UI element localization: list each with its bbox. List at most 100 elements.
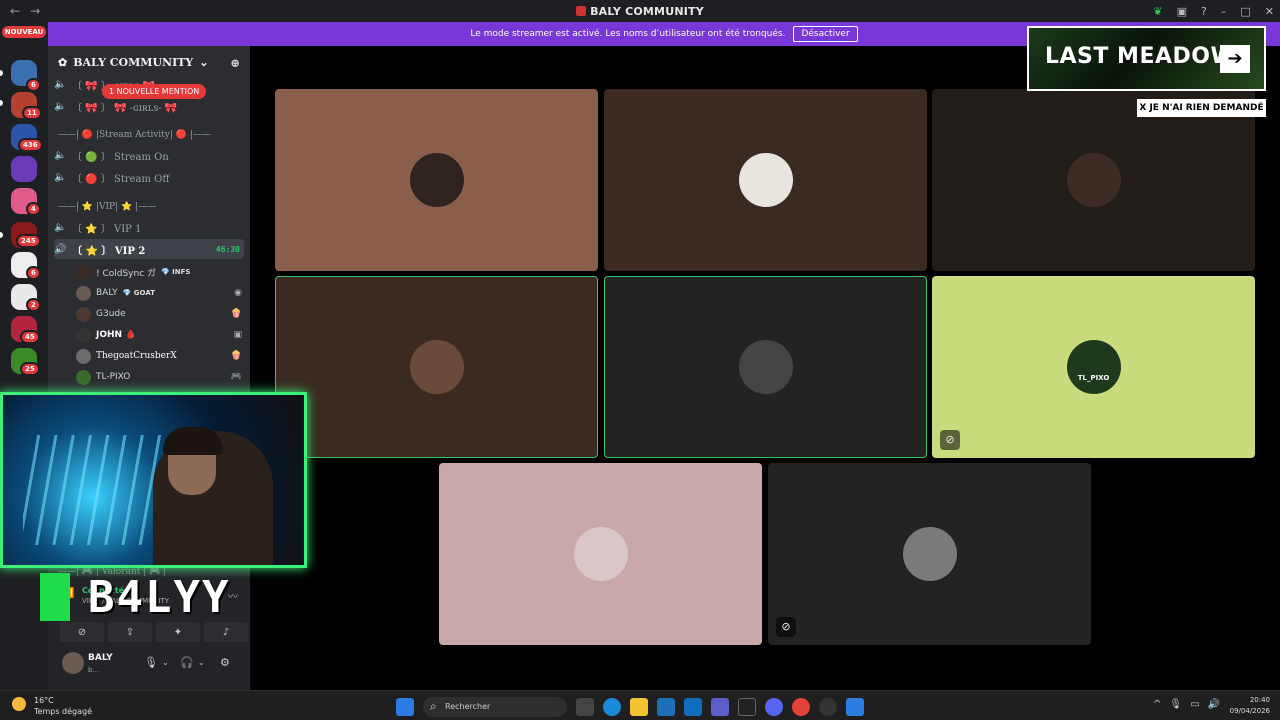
server-badge-icon: ✿: [58, 55, 68, 69]
participant-tile[interactable]: [275, 276, 598, 458]
title-bar: ← → BALY COMMUNITY ❦ ▣ ? – □ ✕: [0, 0, 1280, 22]
participant-avatar: [409, 153, 464, 207]
settings-gear-icon[interactable]: ⚙: [220, 656, 230, 669]
system-tray: ^ 🎙 ▭ 🔊: [1153, 699, 1220, 710]
participant-tile[interactable]: [275, 89, 598, 271]
chevron-down-icon: ⌄: [199, 55, 209, 69]
participant-tile[interactable]: TL_PIXO ⊘: [932, 276, 1255, 458]
maximize-icon[interactable]: □: [1240, 5, 1250, 18]
new-badge[interactable]: NOUVEAU: [2, 26, 46, 38]
user-name[interactable]: BALY: [88, 653, 113, 663]
discord-icon[interactable]: [765, 698, 783, 716]
participant-avatar: [573, 527, 628, 581]
window-controls: ❦ ▣ ? – □ ✕: [1153, 0, 1274, 22]
teams-icon[interactable]: [711, 698, 729, 716]
add-member-icon[interactable]: ⊕: [230, 56, 240, 70]
voice-user[interactable]: ! ColdSync ガ 💎 INFS: [76, 262, 242, 282]
search-box[interactable]: Rechercher: [423, 696, 567, 717]
headphones-icon[interactable]: 🎧: [180, 656, 194, 669]
notification-badge: 11: [22, 106, 42, 120]
user-avatar[interactable]: [62, 652, 84, 674]
clock[interactable]: 20:40 09/04/2026: [1230, 695, 1270, 717]
call-timer: 46:30: [215, 244, 240, 254]
disable-streamer-button[interactable]: Désactiver: [793, 26, 858, 42]
light-beams: [23, 435, 163, 545]
weather-widget[interactable]: 16°C Temps dégagé: [12, 695, 92, 717]
category-vip[interactable]: ——| ⭐ |VIP| ⭐ |——: [58, 202, 156, 212]
camera-off-button[interactable]: ⊘: [60, 622, 104, 644]
banner-text: Le mode streamer est activé. Les noms d’…: [470, 29, 786, 39]
microphone-icon[interactable]: 🎙: [144, 656, 158, 669]
participant-tile[interactable]: [604, 276, 927, 458]
status-icon: 🍿: [230, 309, 242, 319]
nitro-leaf-icon[interactable]: ❦: [1153, 5, 1162, 18]
participant-avatar: TL_PIXO: [1066, 340, 1121, 394]
chrome-icon[interactable]: [792, 698, 810, 716]
server-logo-icon: [576, 5, 587, 16]
voice-channel-vip-2[interactable]: 🔊 〔 ⭐ 〕 VIP 2 46:30: [54, 239, 244, 259]
webcam-overlay: [0, 392, 307, 568]
volume-icon[interactable]: 🔊: [1208, 699, 1220, 710]
streamer-tag: B4LYY: [88, 572, 231, 623]
defender-icon[interactable]: [846, 698, 864, 716]
notification-badge: 45: [20, 330, 40, 344]
close-icon[interactable]: ✕: [1265, 5, 1274, 18]
file-explorer-icon[interactable]: [630, 698, 648, 716]
notification-badge: 25: [20, 362, 40, 376]
participant-avatar: [902, 527, 957, 581]
voice-user[interactable]: BALY 💎 GOAT ◉: [76, 283, 242, 303]
avatar: [76, 306, 91, 322]
edge-icon[interactable]: [603, 698, 621, 716]
user-panel: BALY b... 🎙 ⌄ 🎧 ⌄ ⚙: [48, 642, 250, 690]
server-icon[interactable]: [11, 156, 37, 182]
inbox-icon[interactable]: ▣: [1177, 5, 1187, 18]
user-status: b...: [88, 666, 100, 674]
terminal-icon[interactable]: [738, 698, 756, 716]
speaker-icon: 🔈: [54, 221, 67, 233]
arrow-right-icon: ➔: [1220, 45, 1250, 73]
video-grid: TL_PIXO ⊘ ⊘: [250, 46, 1280, 690]
store-icon[interactable]: [657, 698, 675, 716]
minimize-icon[interactable]: –: [1221, 5, 1227, 18]
new-mention-pill[interactable]: 1 NOUVELLE MENTION: [102, 84, 207, 99]
avatar: [76, 264, 91, 280]
voice-channel-stream-off[interactable]: 🔈 〔 🔴 〕 Stream Off: [54, 167, 244, 187]
avatar: [76, 369, 91, 385]
speaker-icon: 🔈: [54, 100, 67, 112]
voice-user[interactable]: ThegoatCrusberX 🍿: [76, 346, 242, 366]
obs-icon[interactable]: [819, 698, 837, 716]
voice-channel[interactable]: 🔈 〔 🎀 〕 🎀 -ɢɪʀʟs- 🎀: [54, 96, 244, 116]
task-view-icon[interactable]: [576, 698, 594, 716]
chevron-down-icon[interactable]: ⌄: [198, 658, 205, 667]
activities-button[interactable]: ✦: [156, 622, 200, 644]
category-stream[interactable]: ——| 🔴 |Stream Activity| 🔴 |——: [58, 130, 211, 140]
muted-icon: ⊘: [940, 430, 960, 450]
voice-user[interactable]: TL-PIXO 🎮: [76, 367, 242, 387]
soundboard-button[interactable]: ♪: [204, 622, 248, 644]
voice-channel-stream-on[interactable]: 🔈 〔 🟢 〕 Stream On: [54, 145, 244, 165]
participant-tile[interactable]: [439, 463, 762, 645]
participant-avatar: [738, 153, 793, 207]
voice-channel-vip-1[interactable]: 🔈 〔 ⭐ 〕 VIP 1: [54, 217, 244, 237]
avatar: [76, 285, 91, 301]
voice-user[interactable]: JOHN 🩸 ▣: [76, 325, 242, 345]
chevron-down-icon[interactable]: ⌄: [162, 658, 169, 667]
notification-badge: 6: [26, 266, 41, 280]
notification-badge: 436: [18, 138, 43, 152]
screen-share-button[interactable]: ⇪: [108, 622, 152, 644]
window-title: BALY COMMUNITY: [0, 5, 1280, 18]
participant-tile[interactable]: [604, 89, 927, 271]
network-icon[interactable]: ▭: [1190, 699, 1199, 710]
participant-tile[interactable]: ⊘: [768, 463, 1091, 645]
last-meadow-overlay: LAST MEADOW ➔: [1027, 26, 1266, 91]
microphone-icon[interactable]: 🎙: [1169, 699, 1182, 710]
chevron-up-icon[interactable]: ^: [1153, 699, 1161, 710]
notification-badge: 4: [26, 202, 41, 216]
streamer-hair: [163, 427, 223, 455]
outlook-icon[interactable]: [684, 698, 702, 716]
notification-badge: 6: [26, 78, 41, 92]
help-icon[interactable]: ?: [1201, 5, 1207, 18]
windows-start-icon[interactable]: [396, 698, 414, 716]
discord-window: ← → BALY COMMUNITY ❦ ▣ ? – □ ✕ NOUVEAU 6…: [0, 0, 1280, 720]
voice-user[interactable]: G3ude 🍿: [76, 304, 242, 324]
